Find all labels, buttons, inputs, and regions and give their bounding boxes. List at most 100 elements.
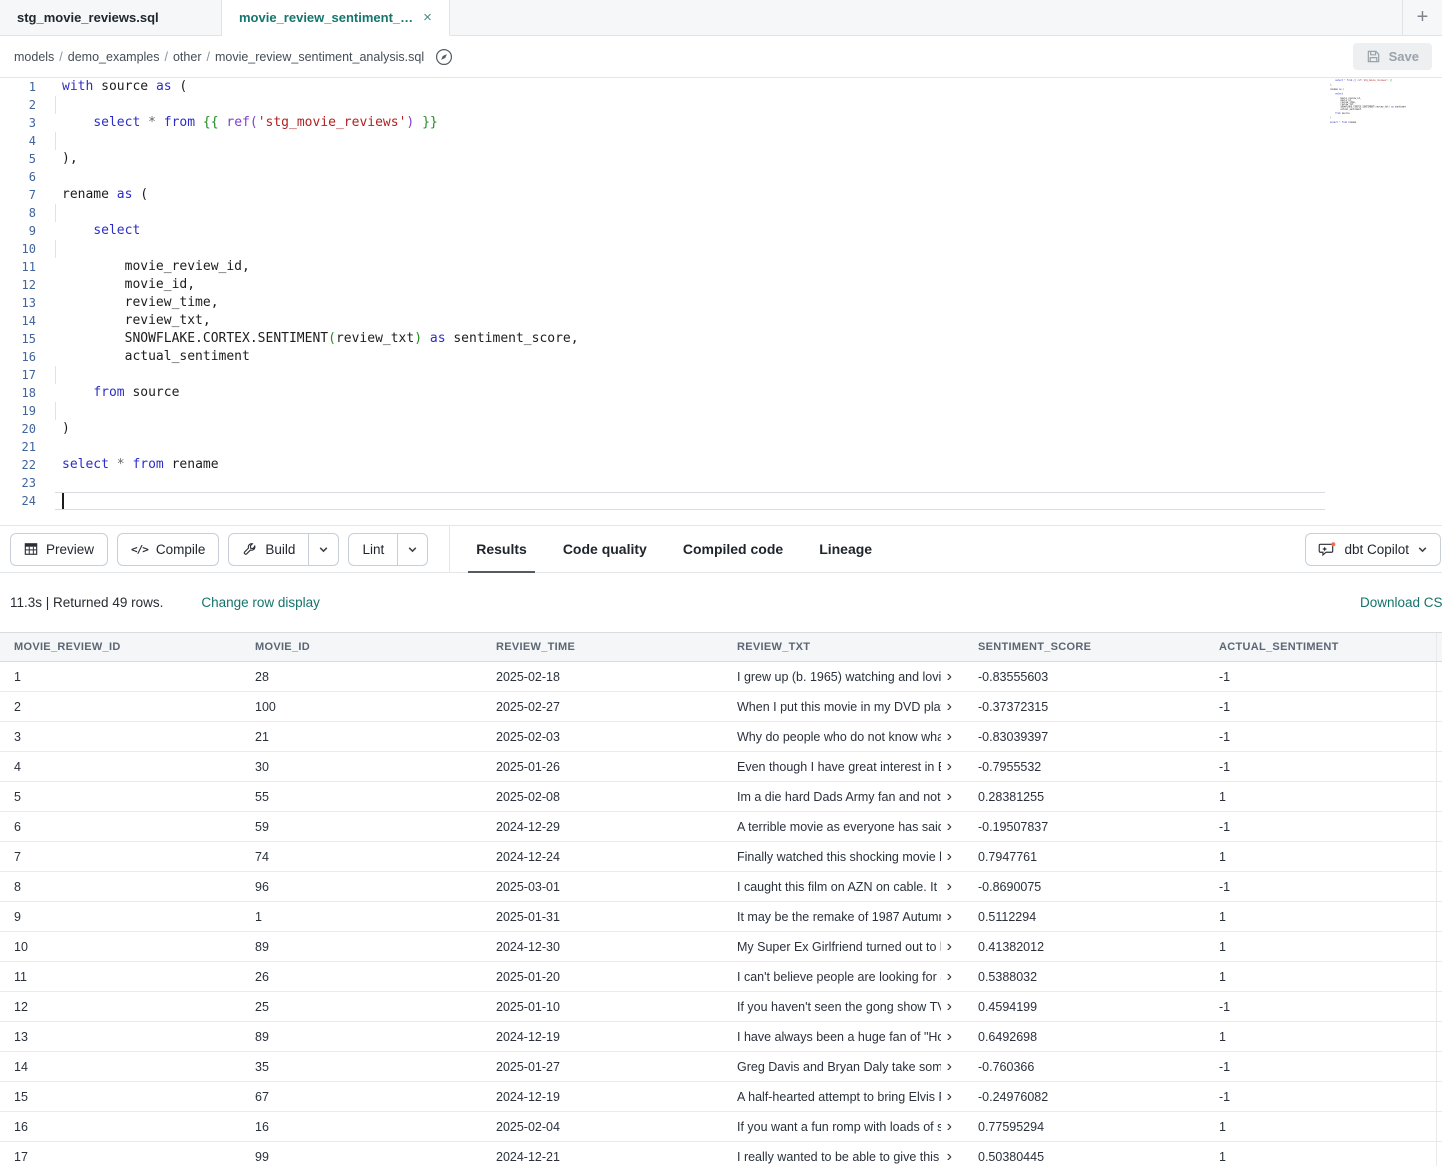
file-tab-0[interactable]: stg_movie_reviews.sql (0, 0, 222, 35)
table-cell: 26 (241, 962, 482, 991)
expand-cell-icon[interactable]: › (947, 1119, 952, 1135)
table-cell: 0.28381255 (964, 782, 1205, 811)
lint-button[interactable]: Lint (348, 533, 398, 566)
code-line[interactable]: 4 (0, 132, 1442, 150)
file-tab-bar: stg_movie_reviews.sqlmovie_review_sentim… (0, 0, 1442, 36)
code-line[interactable]: 23 (0, 474, 1442, 492)
code-line[interactable]: 24 (0, 492, 1442, 510)
expand-cell-icon[interactable]: › (947, 939, 952, 955)
preview-button[interactable]: Preview (10, 533, 108, 566)
expand-cell-icon[interactable]: › (947, 1149, 952, 1165)
expand-cell-icon[interactable]: › (947, 969, 952, 985)
expand-cell-icon[interactable]: › (947, 879, 952, 895)
review-txt-cell: Why do people who do not know what… › (723, 722, 964, 751)
table-row: 13892024-12-19I have always been a huge … (0, 1022, 1442, 1052)
review-text: Greg Davis and Bryan Daly take some … (737, 1060, 941, 1074)
change-row-display-link[interactable]: Change row display (201, 595, 320, 610)
expand-cell-icon[interactable]: › (947, 759, 952, 775)
table-row: 16162025-02-04If you want a fun romp wit… (0, 1112, 1442, 1142)
expand-cell-icon[interactable]: › (947, 1029, 952, 1045)
compile-button[interactable]: </> Compile (117, 533, 219, 566)
code-line[interactable]: 1with source as ( (0, 78, 1442, 96)
code-line[interactable]: 8 (0, 204, 1442, 222)
table-cell-overflow (1436, 992, 1442, 1021)
code-line[interactable]: 17 (0, 366, 1442, 384)
code-editor[interactable]: 1with source as (23 select * from {{ ref… (0, 78, 1442, 525)
line-number: 4 (0, 132, 36, 150)
review-txt-cell: I really wanted to be able to give this … (723, 1142, 964, 1166)
expand-cell-icon[interactable]: › (947, 909, 952, 925)
table-cell-overflow (1436, 1022, 1442, 1051)
tab-results[interactable]: Results (458, 525, 545, 573)
code-line[interactable]: 9 select (0, 222, 1442, 240)
review-txt-cell: My Super Ex Girlfriend turned out to b…› (723, 932, 964, 961)
code-line[interactable]: 7rename as ( (0, 186, 1442, 204)
lint-dropdown-chevron-icon[interactable] (398, 533, 428, 566)
table-cell: 2025-02-03 (482, 722, 723, 751)
dbt-copilot-button[interactable]: dbt Copilot (1305, 533, 1441, 566)
code-line[interactable]: 13 review_time, (0, 294, 1442, 312)
column-header-movie_id: MOVIE_ID (241, 633, 482, 661)
expand-cell-icon[interactable]: › (947, 1089, 952, 1105)
table-cell: 2025-01-31 (482, 902, 723, 931)
table-cell: 10 (0, 932, 241, 961)
build-dropdown-chevron-icon[interactable] (309, 533, 339, 566)
table-cell: 8 (0, 872, 241, 901)
code-line[interactable]: 21 (0, 438, 1442, 456)
expand-cell-icon[interactable]: › (947, 1059, 952, 1075)
expand-cell-icon[interactable]: › (947, 669, 952, 685)
table-cell: -0.37372315 (964, 692, 1205, 721)
expand-cell-icon[interactable]: › (947, 699, 952, 715)
code-line[interactable]: 2 (0, 96, 1442, 114)
code-line[interactable]: 18 from source (0, 384, 1442, 402)
build-button[interactable]: Build (228, 533, 309, 566)
code-line[interactable]: 6 (0, 168, 1442, 186)
expand-cell-icon[interactable]: › (947, 729, 952, 745)
new-tab-button[interactable]: + (1402, 0, 1442, 35)
line-number: 1 (0, 78, 36, 96)
file-tab-1[interactable]: movie_review_sentiment_…× (222, 0, 450, 36)
wrench-icon (242, 542, 257, 557)
file-navigator-icon[interactable] (435, 48, 453, 66)
expand-cell-icon[interactable]: › (947, 849, 952, 865)
code-line[interactable]: 15 SNOWFLAKE.CORTEX.SENTIMENT(review_txt… (0, 330, 1442, 348)
table-row: 15672024-12-19A half-hearted attempt to … (0, 1082, 1442, 1112)
tab-code-quality[interactable]: Code quality (545, 525, 665, 573)
editor-minimap[interactable]: with source as ( select * from {{ ref('s… (1330, 78, 1406, 137)
code-line[interactable]: 11 movie_review_id, (0, 258, 1442, 276)
review-text: Why do people who do not know what… (737, 730, 941, 744)
code-line[interactable]: 20) (0, 420, 1442, 438)
download-csv-link[interactable]: Download CSV (1360, 595, 1442, 610)
code-line[interactable]: 3 select * from {{ ref('stg_movie_review… (0, 114, 1442, 132)
build-label: Build (265, 542, 295, 557)
code-line[interactable]: 5), (0, 150, 1442, 168)
table-cell: 2025-01-20 (482, 962, 723, 991)
line-number: 17 (0, 366, 36, 384)
line-number: 9 (0, 222, 36, 240)
table-cell: -1 (1205, 992, 1436, 1021)
code-line[interactable]: 22select * from rename (0, 456, 1442, 474)
expand-cell-icon[interactable]: › (947, 789, 952, 805)
tab-compiled-code[interactable]: Compiled code (665, 525, 801, 573)
line-number: 20 (0, 420, 36, 438)
expand-cell-icon[interactable]: › (947, 819, 952, 835)
code-line[interactable]: 10 (0, 240, 1442, 258)
column-header-review_time: REVIEW_TIME (482, 633, 723, 661)
code-line[interactable]: 16 actual_sentiment (0, 348, 1442, 366)
table-cell: -1 (1205, 692, 1436, 721)
results-tab-bar: ResultsCode qualityCompiled codeLineage (458, 525, 890, 573)
review-text: I have always been a huge fan of "Hom… (737, 1030, 941, 1044)
expand-cell-icon[interactable]: › (947, 999, 952, 1015)
table-cell: 35 (241, 1052, 482, 1081)
close-icon[interactable]: × (423, 10, 432, 25)
review-text: I caught this film on AZN on cable. It s… (737, 880, 941, 894)
table-cell: 2024-12-29 (482, 812, 723, 841)
review-txt-cell: If you haven't seen the gong show TV s…› (723, 992, 964, 1021)
tab-lineage[interactable]: Lineage (801, 525, 890, 573)
code-line[interactable]: 14 review_txt, (0, 312, 1442, 330)
save-button[interactable]: Save (1353, 43, 1432, 70)
table-cell: 11 (0, 962, 241, 991)
code-line[interactable]: 19 (0, 402, 1442, 420)
code-line[interactable]: 12 movie_id, (0, 276, 1442, 294)
column-header-sentiment_score: SENTIMENT_SCORE (964, 633, 1205, 661)
